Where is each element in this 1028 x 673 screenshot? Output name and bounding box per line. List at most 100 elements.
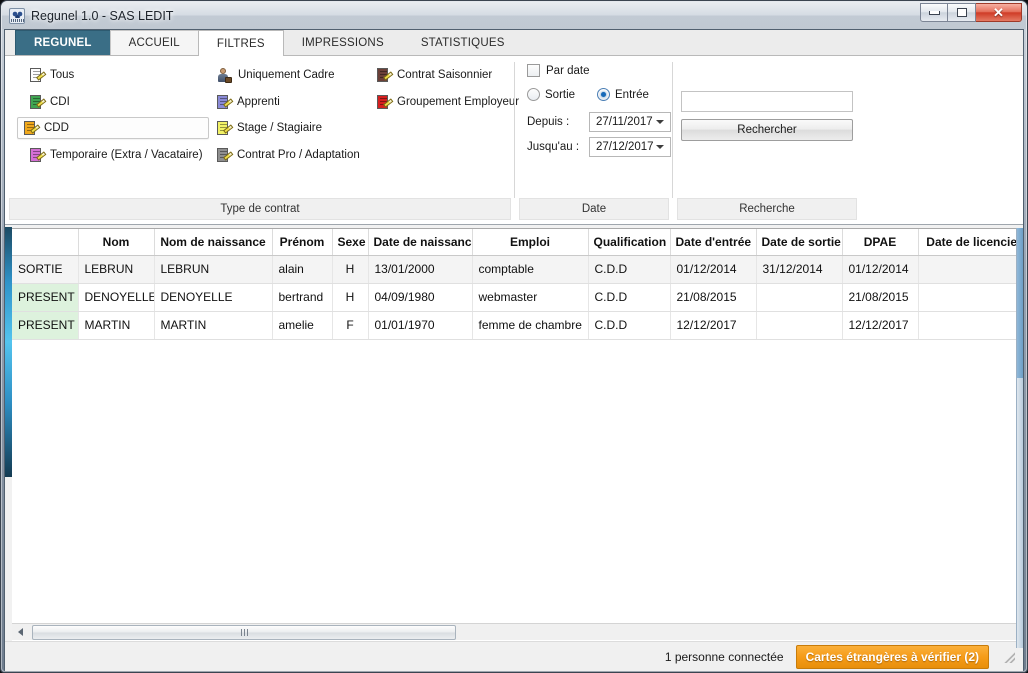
filter-groupement-employeur[interactable]: Groupement Employeur [370,91,526,113]
cell-qualification: C.D.D [588,311,671,340]
cell-emploi: femme de chambre [472,311,589,340]
document-pencil-icon [30,94,47,110]
cell-nom: MARTIN [78,311,155,340]
filter-cdd[interactable]: CDD [17,117,209,139]
data-table: Nom Nom de naissance Prénom Sexe Date de… [12,229,1023,340]
ribbon-group-type-de-contrat: Tous CDI CDD Temporaire (Extra / Vacatai… [5,56,519,224]
table-header-row: Nom Nom de naissance Prénom Sexe Date de… [12,229,1023,256]
col-header-date-licenciement[interactable]: Date de licenciement [918,229,1023,256]
col-header-qualification[interactable]: Qualification [588,229,671,256]
chevron-left-icon [17,628,23,636]
cell-date-de-naissance: 01/01/1970 [368,311,473,340]
cell-prenom: bertrand [272,283,333,312]
jusquau-date-combobox[interactable]: 27/12/2017 [589,137,671,157]
col-header-status[interactable] [12,229,79,256]
foreign-cards-warning-badge[interactable]: Cartes étrangères à vérifier (2) [795,644,989,669]
group-label-recherche: Recherche [677,198,857,220]
table-row[interactable]: PRESENT MARTIN MARTIN amelie F 01/01/197… [12,311,1023,340]
grid-vertical-scrollbar[interactable] [1016,228,1023,648]
client-area: REGUNEL ACCUEIL FILTRES IMPRESSIONS STAT… [4,29,1024,672]
cell-prenom: amelie [272,311,333,340]
minimize-button[interactable] [920,3,948,22]
col-header-dpae[interactable]: DPAE [842,229,919,256]
filter-cdi[interactable]: CDI [23,91,77,113]
filter-uniquement-cadre[interactable]: Uniquement Cadre [210,64,342,86]
cell-date-entree: 12/12/2017 [670,311,757,340]
filter-cdi-label: CDI [50,96,70,108]
filter-contrat-pro[interactable]: Contrat Pro / Adaptation [210,144,367,166]
col-header-sexe[interactable]: Sexe [332,229,369,256]
cell-emploi: webmaster [472,283,589,312]
close-button[interactable]: ✕ [976,3,1022,22]
employee-data-grid[interactable]: Nom Nom de naissance Prénom Sexe Date de… [12,228,1023,648]
cell-sexe: F [332,311,369,340]
document-pencil-icon [217,120,234,136]
col-header-date-sortie[interactable]: Date de sortie [756,229,843,256]
radio-entree-row[interactable]: Entrée [597,88,649,101]
par-date-label: Par date [546,64,590,77]
jusquau-label: Jusqu'au : [527,141,580,153]
col-header-date-de-naissance[interactable]: Date de naissance [368,229,473,256]
document-pencil-icon [30,147,47,163]
tab-filtres[interactable]: FILTRES [197,30,284,56]
depuis-date-combobox[interactable]: 27/11/2017 [589,112,671,132]
radio-sortie[interactable] [527,88,540,101]
filter-groupement-employeur-label: Groupement Employeur [397,96,520,108]
cell-prenom: alain [272,255,333,284]
title-bar: Regunel 1.0 - SAS LEDIT ✕ [2,2,1026,29]
tab-impressions[interactable]: IMPRESSIONS [283,30,403,55]
left-accent-bar [5,227,12,477]
tab-statistiques[interactable]: STATISTIQUES [402,30,524,55]
filter-tous[interactable]: Tous [23,64,81,86]
scroll-thumb[interactable] [32,624,456,640]
cell-date-entree: 01/12/2014 [670,255,757,284]
filter-apprenti[interactable]: Apprenti [210,91,287,113]
ribbon-group-date: Par date Sortie Entrée Depuis : 27/11/20… [515,56,673,224]
col-header-emploi[interactable]: Emploi [472,229,589,256]
col-header-prenom[interactable]: Prénom [272,229,333,256]
filter-apprenti-label: Apprenti [237,96,280,108]
filter-contrat-saisonnier[interactable]: Contrat Saisonnier [370,64,499,86]
cell-date-sortie [756,283,843,312]
group-label-type-de-contrat: Type de contrat [9,198,511,220]
col-header-nom[interactable]: Nom [78,229,155,256]
contract-options: Tous CDI CDD Temporaire (Extra / Vacatai… [5,56,519,198]
application-window: Regunel 1.0 - SAS LEDIT ✕ REGUNEL ACCUEI… [0,0,1028,673]
col-header-nom-de-naissance[interactable]: Nom de naissance [154,229,273,256]
app-people-icon [9,7,25,24]
table-row[interactable]: PRESENT DENOYELLE DENOYELLE bertrand H 0… [12,283,1023,312]
par-date-checkbox-row[interactable]: Par date [527,64,589,77]
cell-sexe: H [332,255,369,284]
filter-uniquement-cadre-label: Uniquement Cadre [238,69,335,81]
tab-regunel[interactable]: REGUNEL [15,30,111,55]
window-title: Regunel 1.0 - SAS LEDIT [31,8,174,23]
cell-date-licenciement [918,255,1023,284]
filter-stage-stagiaire[interactable]: Stage / Stagiaire [210,117,329,139]
cell-date-sortie: 31/12/2014 [756,255,843,284]
search-input[interactable] [681,91,853,112]
person-briefcase-icon [217,67,232,83]
chevron-down-icon [656,145,664,149]
tab-accueil[interactable]: ACCUEIL [109,30,199,55]
window-controls: ✕ [920,3,1022,22]
filter-temporaire[interactable]: Temporaire (Extra / Vacataire) [23,144,210,166]
cell-date-de-naissance: 04/09/1980 [368,283,473,312]
table-row[interactable]: SORTIE LEBRUN LEBRUN alain H 13/01/2000 … [12,255,1023,284]
search-options: Rechercher [673,56,861,198]
radio-entree[interactable] [597,88,610,101]
cell-date-licenciement [918,311,1023,340]
cell-dpae: 21/08/2015 [842,283,919,312]
filter-stage-stagiaire-label: Stage / Stagiaire [237,122,323,134]
maximize-button[interactable] [948,3,976,22]
grid-horizontal-scrollbar[interactable] [12,623,1023,640]
col-header-date-entree[interactable]: Date d'entrée [670,229,757,256]
par-date-checkbox[interactable] [527,64,540,77]
cell-qualification: C.D.D [588,283,671,312]
ribbon-tab-bar: REGUNEL ACCUEIL FILTRES IMPRESSIONS STAT… [5,30,1023,56]
scroll-left-button[interactable] [12,625,28,640]
chevron-down-icon [656,120,664,124]
radio-sortie-row[interactable]: Sortie [527,88,575,101]
search-button[interactable]: Rechercher [681,119,853,141]
depuis-label: Depuis : [527,116,570,128]
resize-grip[interactable] [1003,650,1015,663]
